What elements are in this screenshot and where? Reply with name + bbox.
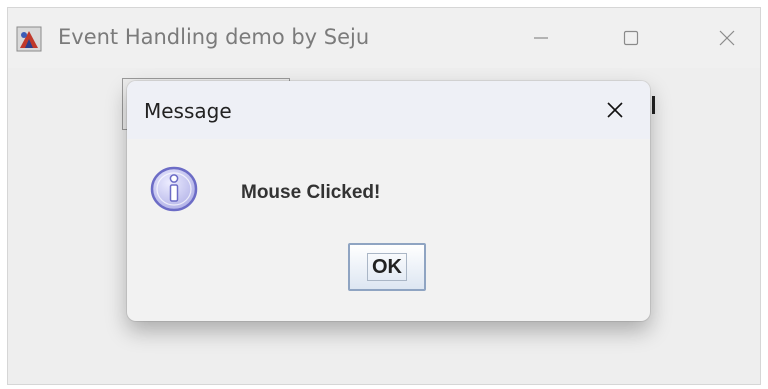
- minimize-icon: [534, 37, 548, 39]
- info-icon: [150, 166, 198, 212]
- close-icon: [719, 30, 735, 46]
- window-title: Event Handling demo by Seju: [58, 25, 370, 49]
- dialog-close-button[interactable]: [595, 93, 635, 127]
- maximize-button[interactable]: [608, 20, 654, 56]
- minimize-button[interactable]: [518, 20, 564, 56]
- window-titlebar[interactable]: Event Handling demo by Seju: [8, 8, 760, 68]
- window-close-button[interactable]: [704, 20, 750, 56]
- java-duke-icon: [16, 26, 42, 52]
- background-label-fragment: [652, 96, 655, 114]
- message-dialog: Message Mouse Clicked! OK: [127, 81, 650, 321]
- ok-button-label: OK: [367, 253, 407, 281]
- dialog-titlebar[interactable]: Message: [127, 81, 650, 139]
- maximize-icon: [623, 30, 639, 46]
- dialog-title: Message: [144, 99, 232, 123]
- dialog-message: Mouse Clicked!: [241, 182, 381, 203]
- close-icon: [607, 102, 623, 118]
- ok-button[interactable]: OK: [348, 243, 426, 291]
